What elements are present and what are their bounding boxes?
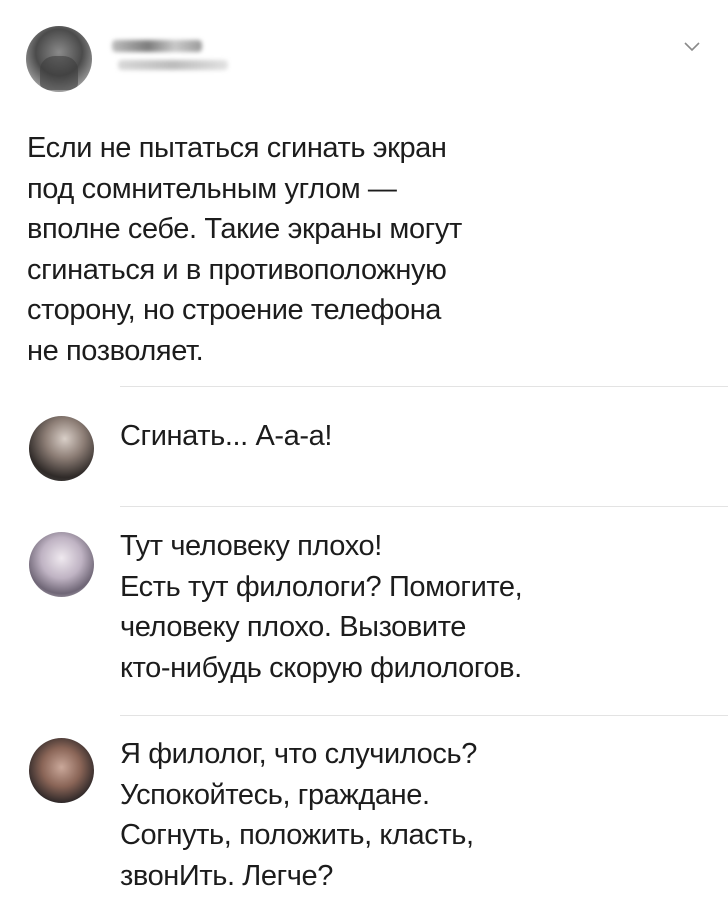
author-handle-blurred [118, 60, 228, 70]
reply-avatar[interactable] [29, 532, 94, 597]
divider [120, 715, 728, 716]
chevron-down-icon[interactable] [682, 36, 702, 56]
reply-text: Я филолог, что случилось? Успокойтесь, г… [120, 738, 477, 892]
author-name-blurred[interactable] [112, 40, 202, 52]
reply-text: Тут человеку плохо! Есть тут филологи? П… [120, 530, 523, 684]
divider [120, 386, 728, 387]
reply-avatar[interactable] [29, 738, 94, 803]
post-text: Если не пытаться сгинать экран под сомни… [27, 132, 462, 367]
reply-text: Сгинать... А-а-а! [120, 420, 333, 452]
post-header [26, 26, 706, 94]
divider [120, 506, 728, 507]
reply-avatar[interactable] [29, 416, 94, 481]
author-avatar[interactable] [26, 26, 92, 92]
